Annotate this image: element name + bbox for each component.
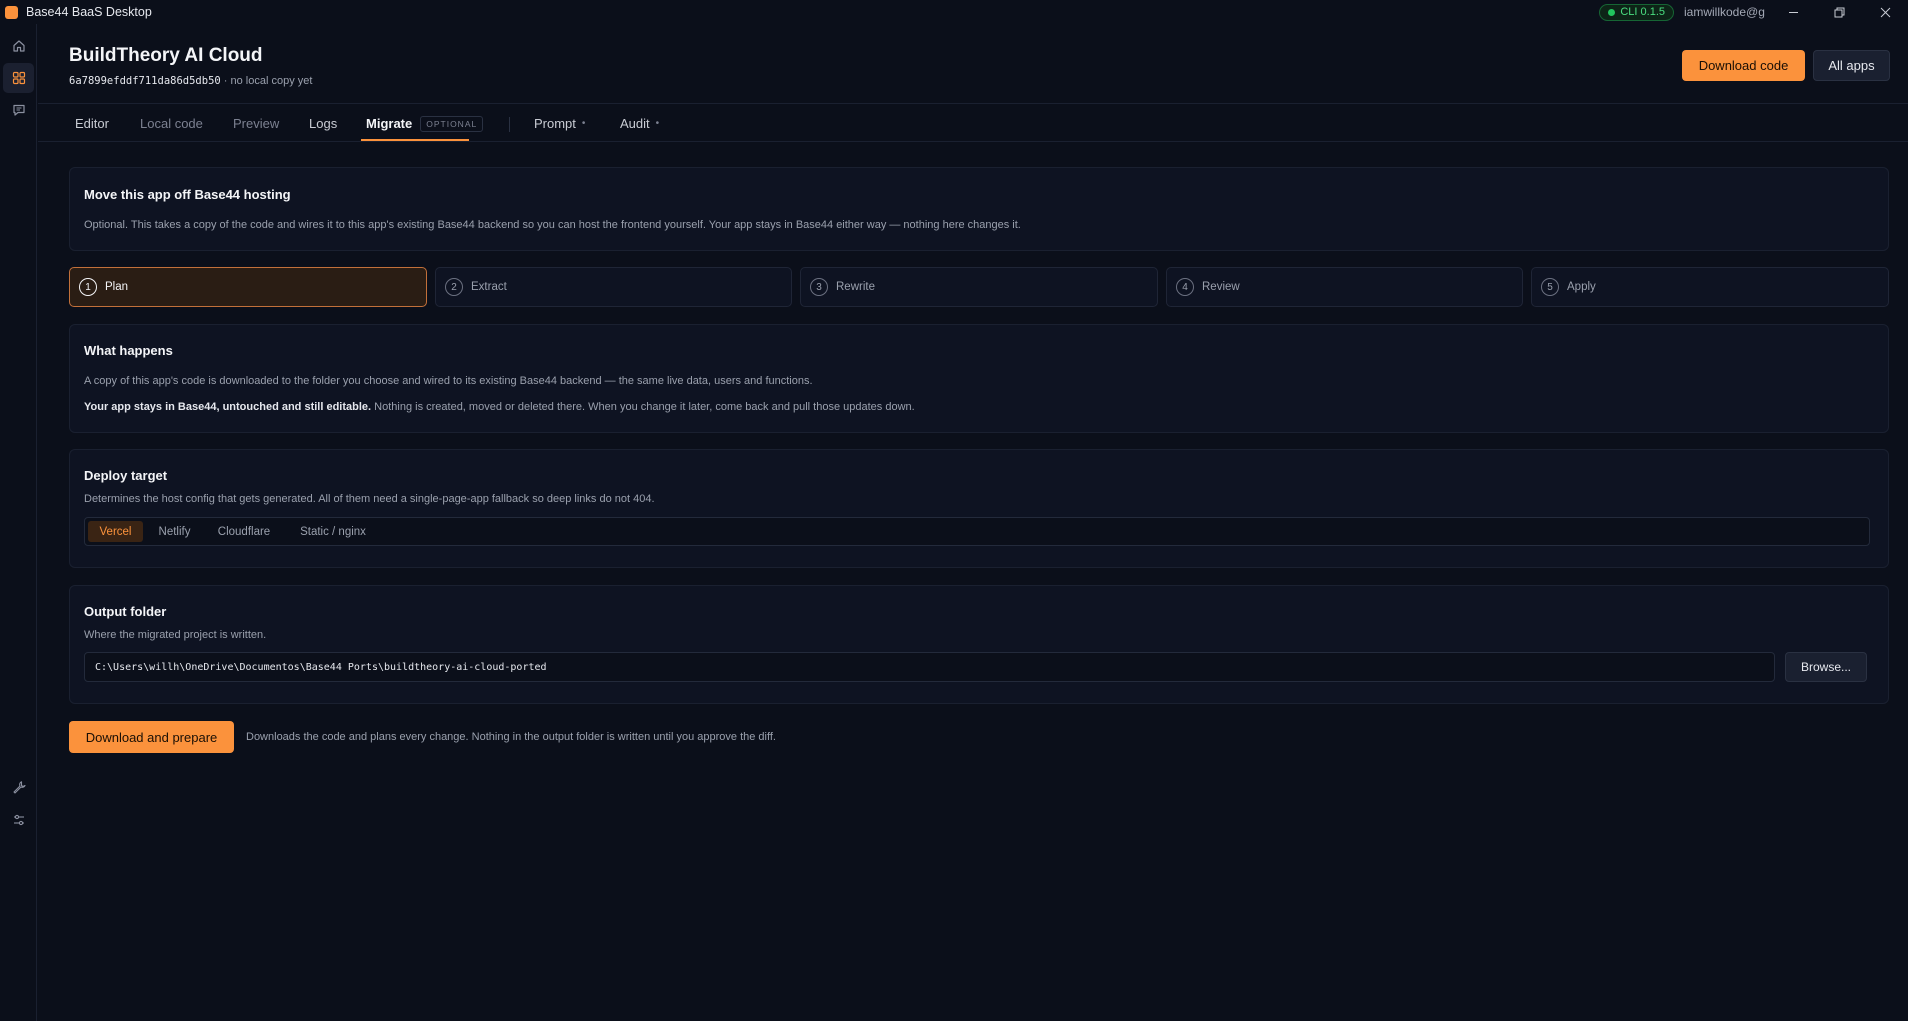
deploy-option-static-nginx[interactable]: Static / nginx xyxy=(286,521,380,542)
tab-prompt[interactable]: Prompt • xyxy=(534,105,585,142)
step-extract[interactable]: 2 Extract xyxy=(435,267,792,307)
step-label: Extract xyxy=(471,281,507,293)
cli-version-label: CLI 0.1.5 xyxy=(1620,6,1665,18)
title-bar: Base44 BaaS Desktop CLI 0.1.5 iamwillkod… xyxy=(0,0,1908,24)
minimize-icon xyxy=(1788,11,1798,13)
step-number: 5 xyxy=(1541,278,1559,296)
tab-audit-dot: • xyxy=(655,118,660,129)
sidebar-chat-button[interactable] xyxy=(3,95,34,125)
minimize-button[interactable] xyxy=(1770,0,1816,24)
all-apps-button[interactable]: All apps xyxy=(1813,50,1890,81)
deploy-option-cloudflare[interactable]: Cloudflare xyxy=(206,521,282,542)
app-id: 6a7899efddf711da86d5db50 xyxy=(69,75,221,87)
what-happens-line2: Your app stays in Base44, untouched and … xyxy=(84,401,915,413)
tab-prompt-dot: • xyxy=(581,118,586,129)
app-logo-icon xyxy=(5,5,18,19)
deploy-target-selector: Vercel Netlify Cloudflare Static / nginx xyxy=(84,517,1870,546)
chat-icon xyxy=(12,104,25,116)
sidebar-apps-button[interactable] xyxy=(3,63,34,93)
sidebar-tools-button[interactable] xyxy=(3,772,34,802)
what-happens-line1: A copy of this app's code is downloaded … xyxy=(84,375,813,387)
grid-icon xyxy=(12,71,25,85)
close-window-button[interactable] xyxy=(1862,0,1908,24)
step-review[interactable]: 4 Review xyxy=(1166,267,1523,307)
download-code-button[interactable]: Download code xyxy=(1682,50,1805,81)
deploy-target-card: Deploy target Determines the host config… xyxy=(69,449,1889,568)
app-header: BuildTheory AI Cloud 6a7899efddf711da86d… xyxy=(38,24,1908,104)
step-number: 3 xyxy=(810,278,828,296)
tab-logs[interactable]: Logs xyxy=(309,105,337,142)
optional-badge: OPTIONAL xyxy=(420,115,484,132)
step-label: Plan xyxy=(105,281,129,293)
what-happens-title: What happens xyxy=(84,343,173,358)
step-label: Review xyxy=(1202,281,1240,293)
download-and-prepare-button[interactable]: Download and prepare xyxy=(69,721,234,753)
status-dot-icon xyxy=(1608,8,1616,16)
output-folder-title: Output folder xyxy=(84,604,167,619)
tab-editor[interactable]: Editor xyxy=(75,105,109,142)
what-happens-card: What happens A copy of this app's code i… xyxy=(69,324,1889,433)
active-tab-indicator xyxy=(361,139,469,141)
wrench-icon xyxy=(12,781,26,794)
output-folder-card: Output folder Where the migrated project… xyxy=(69,585,1889,704)
output-folder-subtitle: Where the migrated project is written. xyxy=(84,629,267,641)
prepare-note: Downloads the code and plans every chang… xyxy=(246,731,776,743)
tab-migrate-label: Migrate xyxy=(366,116,413,131)
step-apply[interactable]: 5 Apply xyxy=(1531,267,1889,307)
user-account[interactable]: iamwillkode@g xyxy=(1684,5,1770,19)
deploy-target-subtitle: Determines the host config that gets gen… xyxy=(84,493,655,505)
home-icon xyxy=(12,40,25,52)
tab-local-code[interactable]: Local code xyxy=(140,105,203,142)
tab-audit[interactable]: Audit • xyxy=(620,105,659,142)
sidebar xyxy=(0,24,37,1021)
tab-prompt-label: Prompt xyxy=(534,116,576,131)
what-happens-emphasis: Your app stays in Base44, untouched and … xyxy=(84,401,372,413)
cli-version-badge: CLI 0.1.5 xyxy=(1599,3,1674,21)
window-title: Base44 BaaS Desktop xyxy=(26,5,152,19)
sidebar-settings-button[interactable] xyxy=(3,805,34,835)
step-rewrite[interactable]: 3 Rewrite xyxy=(800,267,1158,307)
sliders-icon xyxy=(13,814,24,826)
deploy-option-netlify[interactable]: Netlify xyxy=(147,521,202,542)
restore-button[interactable] xyxy=(1816,0,1862,24)
page-title: BuildTheory AI Cloud xyxy=(69,45,263,66)
sidebar-home-button[interactable] xyxy=(3,31,34,61)
deploy-target-title: Deploy target xyxy=(84,468,168,483)
intro-text: Optional. This takes a copy of the code … xyxy=(84,219,1021,231)
deploy-option-vercel[interactable]: Vercel xyxy=(88,521,143,542)
step-label: Apply xyxy=(1567,281,1596,293)
step-number: 1 xyxy=(79,278,97,296)
intro-card: Move this app off Base44 hosting Optiona… xyxy=(69,167,1889,251)
tab-migrate[interactable]: Migrate OPTIONAL xyxy=(366,105,484,142)
intro-title: Move this app off Base44 hosting xyxy=(84,187,291,202)
title-bar-right: CLI 0.1.5 iamwillkode@g xyxy=(1599,0,1908,24)
app-meta: 6a7899efddf711da86d5db50 · no local copy… xyxy=(69,75,312,87)
step-label: Rewrite xyxy=(836,281,875,293)
step-plan[interactable]: 1 Plan xyxy=(69,267,427,307)
tab-bar: Editor Local code Preview Logs Migrate O… xyxy=(38,105,1908,142)
app-status: · no local copy yet xyxy=(223,75,313,87)
tab-preview[interactable]: Preview xyxy=(233,105,279,142)
tab-divider xyxy=(509,117,510,132)
restore-icon xyxy=(1834,7,1844,17)
close-icon xyxy=(1880,7,1890,17)
output-path-input[interactable]: C:\Users\willh\OneDrive\Documentos\Base4… xyxy=(84,652,1775,682)
tab-audit-label: Audit xyxy=(620,116,650,131)
browse-button[interactable]: Browse... xyxy=(1785,652,1867,682)
step-number: 2 xyxy=(445,278,463,296)
what-happens-rest: Nothing is created, moved or deleted the… xyxy=(371,401,915,413)
step-number: 4 xyxy=(1176,278,1194,296)
